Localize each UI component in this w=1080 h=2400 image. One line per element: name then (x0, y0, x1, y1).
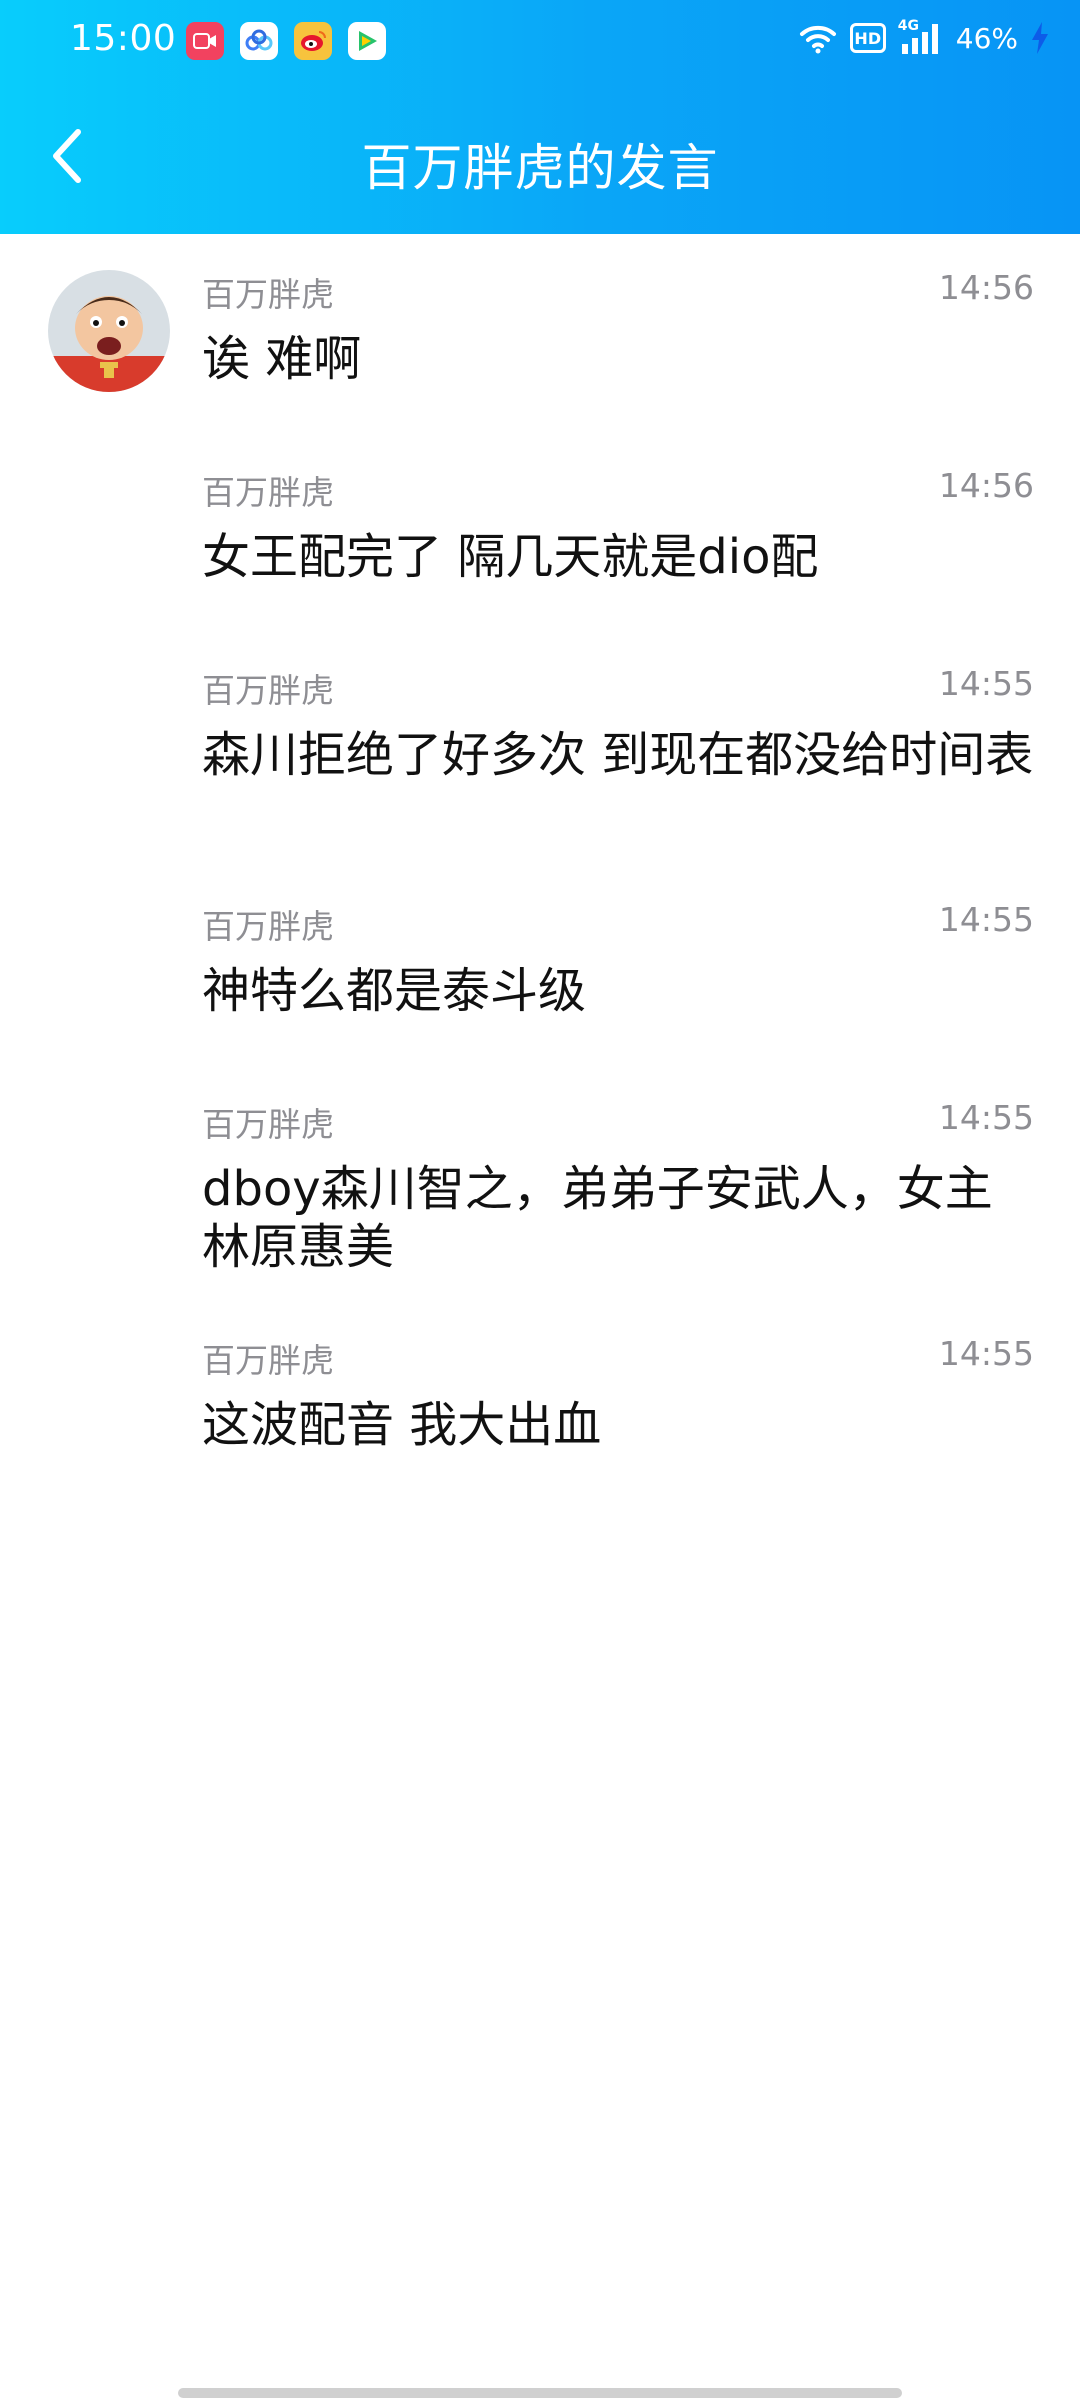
charging-bolt-icon (1032, 22, 1048, 54)
video-player-icon (348, 22, 386, 60)
message-text: 这波配音 我大出血 (202, 1397, 602, 1453)
message-time: 14:55 (938, 1334, 1034, 1373)
message-time: 14:56 (938, 268, 1034, 307)
message-item[interactable]: 百万胖虎 14:55 dboy森川智之，弟弟子安武人，女主林原惠美 (0, 1064, 1080, 1300)
sender-name: 百万胖虎 (202, 275, 334, 314)
message-item[interactable]: 百万胖虎 14:56 诶 难啊 (0, 234, 1080, 432)
cellular-signal: 4G (898, 18, 944, 56)
message-time: 14:55 (938, 1098, 1034, 1137)
message-item[interactable]: 百万胖虎 14:55 森川拒绝了好多次 到现在都没给时间表 (0, 630, 1080, 866)
sender-name: 百万胖虎 (202, 473, 334, 512)
signal-bars-icon (901, 24, 938, 54)
message-time: 14:55 (938, 664, 1034, 703)
sender-name: 百万胖虎 (202, 1341, 334, 1380)
home-indicator[interactable] (178, 2388, 902, 2398)
hd-badge: HD (849, 23, 886, 53)
status-right-group: HD 4G 46% (798, 18, 1050, 56)
status-bar: 15:00 HD 4G 46% (0, 0, 1080, 84)
message-text: dboy森川智之，弟弟子安武人，女主林原惠美 (202, 1161, 993, 1275)
message-time: 14:56 (938, 466, 1034, 505)
screen-recorder-icon (186, 22, 224, 60)
notification-icons (186, 22, 386, 60)
message-text: 女王配完了 隔几天就是dio配 (202, 529, 819, 585)
sender-name: 百万胖虎 (202, 671, 334, 710)
message-time: 14:55 (938, 900, 1034, 939)
baidu-netdisk-icon (240, 22, 278, 60)
message-text: 神特么都是泰斗级 (202, 963, 587, 1019)
message-text: 森川拒绝了好多次 到现在都没给时间表 (202, 727, 1034, 783)
battery-percent: 46% (955, 21, 1018, 55)
message-item[interactable]: 百万胖虎 14:55 这波配音 我大出血 (0, 1300, 1080, 1498)
message-item[interactable]: 百万胖虎 14:56 女王配完了 隔几天就是dio配 (0, 432, 1080, 630)
wifi-icon (799, 25, 836, 54)
message-text: 诶 难啊 (202, 331, 362, 387)
weibo-icon (294, 22, 332, 60)
avatar[interactable] (48, 270, 170, 392)
sender-name: 百万胖虎 (202, 1105, 334, 1144)
message-item[interactable]: 百万胖虎 14:55 神特么都是泰斗级 (0, 866, 1080, 1064)
page-title: 百万胖虎的发言 (361, 139, 719, 197)
status-time: 15:00 (70, 18, 177, 59)
sender-name: 百万胖虎 (202, 907, 334, 946)
nav-bar: 百万胖虎的发言 (0, 84, 1080, 234)
